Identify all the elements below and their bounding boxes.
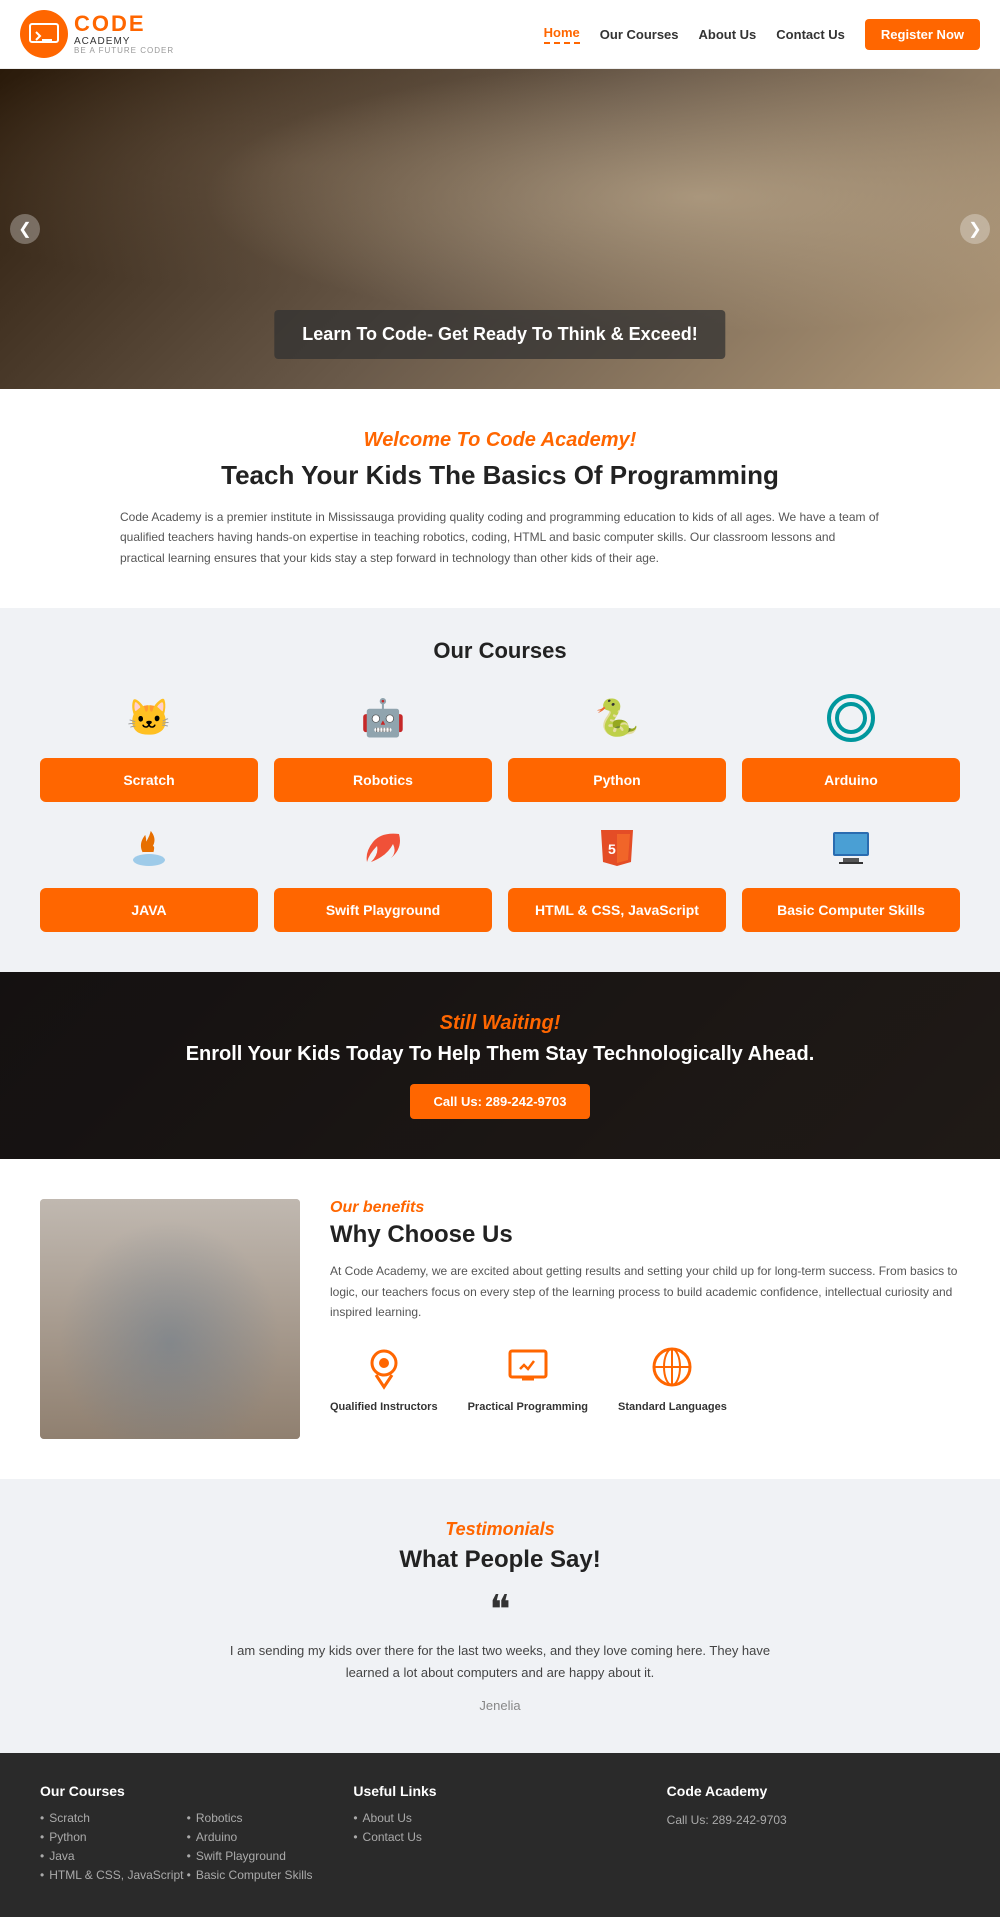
footer-phone: Call Us: 289-242-9703 [667, 1811, 960, 1830]
robotics-button[interactable]: Robotics [274, 758, 492, 802]
nav-contact[interactable]: Contact Us [776, 27, 845, 42]
benefits-title: Why Choose Us [330, 1221, 960, 1249]
footer-course-html: HTML & CSS, JavaScript [40, 1868, 187, 1882]
arduino-icon [821, 688, 881, 748]
nav-home[interactable]: Home [544, 25, 580, 44]
footer-info-title: Code Academy [667, 1783, 960, 1799]
html-button[interactable]: HTML & CSS, JavaScript [508, 888, 726, 932]
course-card-arduino: Arduino [742, 688, 960, 802]
footer-course-swift: Swift Playground [187, 1849, 334, 1863]
hero-text: Learn To Code- Get Ready To Think & Exce… [302, 324, 697, 344]
benefits-subtitle: Our benefits [330, 1199, 960, 1217]
nav-about[interactable]: About Us [699, 27, 757, 42]
courses-section: Our Courses 🐱 Scratch 🤖 Robotics 🐍 Pytho… [0, 608, 1000, 972]
welcome-section: Welcome To Code Academy! Teach Your Kids… [0, 389, 1000, 608]
computer-icon [821, 818, 881, 878]
practical-icon [503, 1342, 553, 1392]
benefits-icons: Qualified Instructors Practical Programm… [330, 1342, 960, 1414]
nav-courses[interactable]: Our Courses [600, 27, 679, 42]
hero-next-arrow[interactable]: ❯ [960, 214, 990, 244]
footer-links-list: About Us Contact Us [353, 1811, 646, 1844]
benefits-content: Our benefits Why Choose Us At Code Acade… [330, 1199, 960, 1414]
benefits-image [40, 1199, 300, 1439]
logo-code: CODE [74, 12, 174, 36]
qualified-label: Qualified Instructors [330, 1400, 438, 1414]
course-card-html: 5 HTML & CSS, JavaScript [508, 818, 726, 932]
qualified-icon [359, 1342, 409, 1392]
swift-button[interactable]: Swift Playground [274, 888, 492, 932]
testimonials-title: What People Say! [40, 1546, 960, 1574]
hero-prev-arrow[interactable]: ❮ [10, 214, 40, 244]
footer: Our Courses Scratch Python Java HTML & C… [0, 1753, 1000, 1917]
standard-icon [647, 1342, 697, 1392]
course-card-java: JAVA [40, 818, 258, 932]
footer-grid: Our Courses Scratch Python Java HTML & C… [40, 1783, 960, 1887]
course-card-basic-computer: Basic Computer Skills [742, 818, 960, 932]
footer-info-col: Code Academy Call Us: 289-242-9703 [667, 1783, 960, 1887]
course-card-robotics: 🤖 Robotics [274, 688, 492, 802]
register-button[interactable]: Register Now [865, 19, 980, 50]
basic-computer-button[interactable]: Basic Computer Skills [742, 888, 960, 932]
welcome-description: Code Academy is a premier institute in M… [120, 507, 880, 568]
scratch-icon: 🐱 [119, 688, 179, 748]
header: CODE ACADEMY BE A FUTURE CODER Home Our … [0, 0, 1000, 69]
hero-section: ❮ Learn To Code- Get Ready To Think & Ex… [0, 69, 1000, 389]
practical-label: Practical Programming [468, 1400, 588, 1414]
arduino-button[interactable]: Arduino [742, 758, 960, 802]
footer-course-python: Python [40, 1830, 187, 1844]
footer-courses-right: Robotics Arduino Swift Playground Basic … [187, 1811, 334, 1887]
java-icon [119, 818, 179, 878]
swift-icon [353, 818, 413, 878]
standard-label: Standard Languages [618, 1400, 727, 1414]
logo-icon [20, 10, 68, 58]
footer-course-arduino: Arduino [187, 1830, 334, 1844]
footer-course-java: Java [40, 1849, 187, 1863]
python-button[interactable]: Python [508, 758, 726, 802]
python-icon: 🐍 [587, 688, 647, 748]
benefit-practical: Practical Programming [468, 1342, 588, 1414]
testimonials-subtitle: Testimonials [40, 1519, 960, 1540]
course-card-scratch: 🐱 Scratch [40, 688, 258, 802]
cta-banner: Still Waiting! Enroll Your Kids Today To… [0, 972, 1000, 1159]
footer-links-title: Useful Links [353, 1783, 646, 1799]
footer-courses-lists: Scratch Python Java HTML & CSS, JavaScri… [40, 1811, 333, 1887]
testimonial-text: I am sending my kids over there for the … [220, 1640, 780, 1684]
logo: CODE ACADEMY BE A FUTURE CODER [20, 10, 174, 58]
welcome-title: Teach Your Kids The Basics Of Programmin… [60, 460, 940, 491]
courses-title: Our Courses [40, 638, 960, 664]
benefit-qualified: Qualified Instructors [330, 1342, 438, 1414]
cta-call-button[interactable]: Call Us: 289-242-9703 [410, 1084, 591, 1119]
courses-grid: 🐱 Scratch 🤖 Robotics 🐍 Python Arduino [40, 688, 960, 932]
footer-courses-col: Our Courses Scratch Python Java HTML & C… [40, 1783, 333, 1887]
footer-courses-title: Our Courses [40, 1783, 333, 1799]
benefits-section: Our benefits Why Choose Us At Code Acade… [0, 1159, 1000, 1479]
footer-course-robotics: Robotics [187, 1811, 334, 1825]
html-icon: 5 [587, 818, 647, 878]
footer-link-about[interactable]: About Us [353, 1811, 646, 1825]
footer-courses-left: Scratch Python Java HTML & CSS, JavaScri… [40, 1811, 187, 1887]
course-card-python: 🐍 Python [508, 688, 726, 802]
benefits-image-sim [40, 1199, 300, 1439]
footer-links-col: Useful Links About Us Contact Us [353, 1783, 646, 1887]
navigation: Home Our Courses About Us Contact Us Reg… [544, 19, 980, 50]
quote-mark: ❝ [40, 1590, 960, 1630]
robotics-icon: 🤖 [353, 688, 413, 748]
logo-tagline: BE A FUTURE CODER [74, 47, 174, 56]
benefit-standard: Standard Languages [618, 1342, 727, 1414]
welcome-subtitle: Welcome To Code Academy! [60, 429, 940, 452]
logo-text: CODE ACADEMY BE A FUTURE CODER [74, 12, 174, 56]
course-card-swift: Swift Playground [274, 818, 492, 932]
scratch-button[interactable]: Scratch [40, 758, 258, 802]
java-button[interactable]: JAVA [40, 888, 258, 932]
cta-still-waiting: Still Waiting! [20, 1012, 980, 1035]
hero-overlay-text: Learn To Code- Get Ready To Think & Exce… [274, 310, 725, 359]
testimonial-author: Jenelia [40, 1698, 960, 1713]
benefits-description: At Code Academy, we are excited about ge… [330, 1261, 960, 1322]
cta-text: Enroll Your Kids Today To Help Them Stay… [20, 1043, 980, 1066]
footer-course-scratch: Scratch [40, 1811, 187, 1825]
footer-course-basic: Basic Computer Skills [187, 1868, 334, 1882]
testimonials-section: Testimonials What People Say! ❝ I am sen… [0, 1479, 1000, 1753]
footer-link-contact[interactable]: Contact Us [353, 1830, 646, 1844]
svg-text:5: 5 [608, 841, 616, 857]
